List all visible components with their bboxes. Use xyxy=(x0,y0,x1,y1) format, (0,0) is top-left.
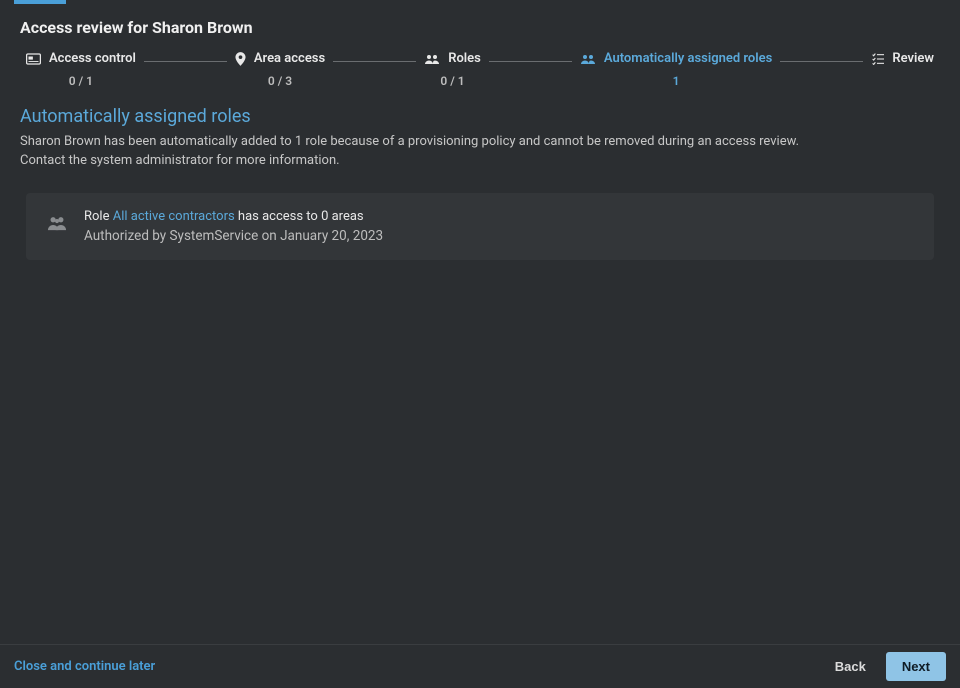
section-desc-line: Contact the system administrator for mor… xyxy=(20,153,340,168)
step-label: Area access xyxy=(254,51,325,66)
step-review[interactable]: Review xyxy=(871,51,934,70)
step-divider xyxy=(144,61,227,62)
users-icon xyxy=(580,53,596,65)
step-label: Automatically assigned roles xyxy=(604,51,773,66)
step-count: 1 xyxy=(673,74,680,88)
step-roles[interactable]: Roles 0 / 1 xyxy=(424,51,481,88)
close-continue-link[interactable]: Close and continue later xyxy=(14,659,155,674)
card-authorized-line: Authorized by SystemService on January 2… xyxy=(84,228,383,244)
card-role-line: Role All active contractors has access t… xyxy=(84,209,383,224)
step-count: 0 / 1 xyxy=(69,74,93,88)
step-label: Roles xyxy=(448,51,481,66)
role-card: Role All active contractors has access t… xyxy=(26,193,934,260)
step-label: Review xyxy=(892,51,934,66)
step-divider xyxy=(489,61,572,62)
step-divider xyxy=(780,61,863,62)
step-label: Access control xyxy=(49,51,136,66)
page-title: Access review for Sharon Brown xyxy=(0,0,960,51)
step-area-access[interactable]: Area access 0 / 3 xyxy=(235,51,325,88)
section-desc-line: Sharon Brown has been automatically adde… xyxy=(20,134,799,149)
back-button[interactable]: Back xyxy=(821,653,880,680)
pin-icon xyxy=(235,52,246,66)
stepper: Access control 0 / 1 Area access 0 / 3 R… xyxy=(0,51,960,88)
section-body: Automatically assigned roles Sharon Brow… xyxy=(0,88,960,181)
checklist-icon xyxy=(871,53,884,65)
step-auto-assigned-roles[interactable]: Automatically assigned roles 1 xyxy=(580,51,773,88)
step-count: 0 / 3 xyxy=(268,74,292,88)
section-title: Automatically assigned roles xyxy=(20,106,940,127)
top-accent-bar xyxy=(14,0,66,4)
role-link[interactable]: All active contractors xyxy=(113,209,235,224)
next-button[interactable]: Next xyxy=(886,652,946,681)
card-role-suffix: has access to 0 areas xyxy=(235,209,364,224)
step-count: 0 / 1 xyxy=(440,74,464,88)
card-role-prefix: Role xyxy=(84,209,113,224)
card-icon xyxy=(26,53,41,65)
step-divider xyxy=(333,61,416,62)
section-description: Sharon Brown has been automatically adde… xyxy=(20,133,940,171)
group-icon xyxy=(46,215,68,231)
footer: Close and continue later Back Next xyxy=(0,644,960,688)
users-icon xyxy=(424,53,440,65)
step-access-control[interactable]: Access control 0 / 1 xyxy=(26,51,136,88)
